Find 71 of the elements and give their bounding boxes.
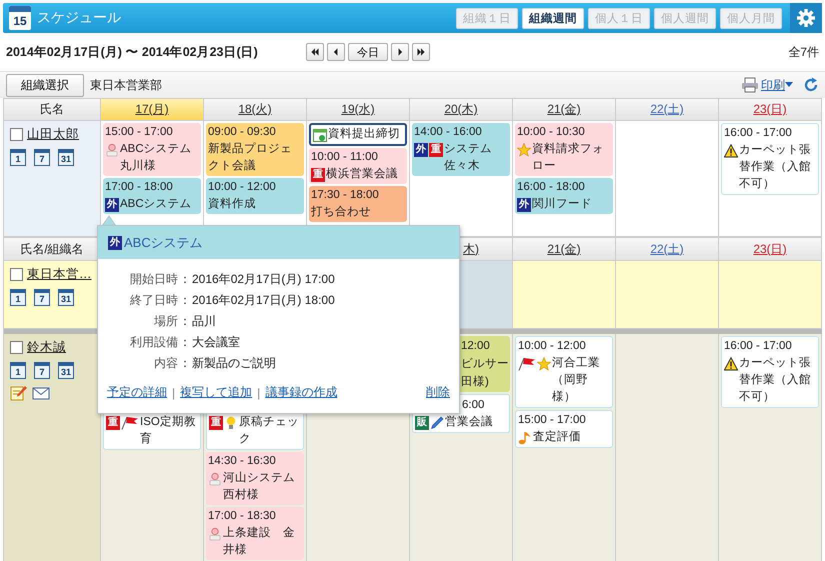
event-title: 資料作成 xyxy=(208,196,257,212)
event-title: 横浜営業会議 xyxy=(326,166,399,182)
item-count: 全7件 xyxy=(788,44,819,60)
app-title: スケジュール xyxy=(37,9,122,27)
badge-icon: 外 xyxy=(108,236,122,250)
field-value: 新製品のご説明 xyxy=(192,355,277,371)
event-title: 河山システム西村様 xyxy=(223,470,296,503)
event-text: ビルサー xyxy=(461,356,508,372)
event-time: 10:00 - 10:30 xyxy=(517,125,586,140)
event-time: 15:00 - 17:00 xyxy=(518,413,587,428)
event-time: 10:00 - 11:00 xyxy=(311,150,379,165)
event-text: 12:00 xyxy=(461,339,491,354)
field-label: 利用設備 xyxy=(129,334,178,350)
column-header: 氏名 xyxy=(4,98,101,121)
calendar-icon: 15 xyxy=(9,6,31,30)
event-title: 上条建設 金井様 xyxy=(223,526,296,558)
event-time: 10:00 - 12:00 xyxy=(208,180,277,195)
event-title: 査定評価 xyxy=(533,430,582,445)
event-time: 14:30 - 16:30 xyxy=(208,454,277,469)
event-title: ABCシステム丸川様 xyxy=(120,142,193,174)
field-separator: ： xyxy=(178,271,192,287)
event-title: 営業会議 xyxy=(445,414,494,430)
event-title: システム佐々木 xyxy=(444,142,493,174)
event-time: 16:00 - 17:00 xyxy=(724,339,793,354)
event-time: 09:00 - 09:30 xyxy=(208,125,277,140)
field-separator: ： xyxy=(178,334,192,350)
event-time: 15:00 - 17:00 xyxy=(105,125,174,140)
event-title: 新製品プロジェクト会議 xyxy=(208,141,293,174)
event-title: 打ち合わせ xyxy=(311,204,372,220)
badge-icon: 外 xyxy=(105,198,119,212)
event-time: 17:30 - 18:00 xyxy=(311,188,380,203)
event-title: 原稿チェック xyxy=(239,414,300,447)
event-time: 17:00 - 18:00 xyxy=(105,180,174,195)
field-value: 品川 xyxy=(192,313,217,329)
field-label: 内容 xyxy=(153,355,178,371)
event-title: ABCシステム xyxy=(120,197,193,212)
field-separator: ： xyxy=(178,292,192,308)
field-value: 2016年02月17日(月) 18:00 xyxy=(192,292,336,308)
field-label: 開始日時 xyxy=(129,271,178,287)
event-text: 6:00 xyxy=(462,398,486,413)
event-title: カーペット張替作業（入館不可） xyxy=(739,356,812,405)
link-separator: | xyxy=(172,386,176,400)
popup-title: ABCシステム xyxy=(124,234,203,252)
event-title: カーペット張替作業（入館不可） xyxy=(739,143,812,192)
organization-name: 東日本営業部 xyxy=(90,76,162,94)
badge-icon: 重 xyxy=(429,142,443,156)
badge-icon: 重 xyxy=(311,168,325,182)
badge-icon: 重 xyxy=(209,416,223,430)
event-title: 河合工業（岡野様） xyxy=(552,356,601,405)
event-time: 14:00 - 16:00 xyxy=(414,125,483,140)
event-time: 17:00 - 18:30 xyxy=(208,509,277,524)
badge-icon: 外 xyxy=(517,198,531,212)
event-title: 資料提出締切 xyxy=(328,126,401,142)
field-value: 大会議室 xyxy=(192,334,241,350)
event-title: 資料請求フォロー xyxy=(532,142,605,174)
badge-icon: 外 xyxy=(414,142,428,156)
event-text: 田様) xyxy=(461,374,490,390)
event-time: 10:00 - 12:00 xyxy=(518,339,587,354)
badge-icon: 重 xyxy=(106,416,120,430)
event-title: 関川フード xyxy=(532,196,593,212)
field-value: 2016年02月17日(月) 17:00 xyxy=(192,271,336,287)
field-separator: ： xyxy=(178,313,192,329)
field-label: 場所 xyxy=(153,313,178,329)
date-range: 2014年02月17日(月) 〜 2014年02月23日(日) xyxy=(6,44,259,60)
event-time: 16:00 - 18:00 xyxy=(517,180,586,195)
event-time: 16:00 - 17:00 xyxy=(724,126,793,141)
field-separator: ： xyxy=(178,355,192,371)
badge-icon: 販 xyxy=(415,416,429,430)
link-separator: | xyxy=(257,386,260,400)
event-title: ISO定期教育 xyxy=(140,414,197,447)
field-label: 終了日時 xyxy=(129,292,178,308)
